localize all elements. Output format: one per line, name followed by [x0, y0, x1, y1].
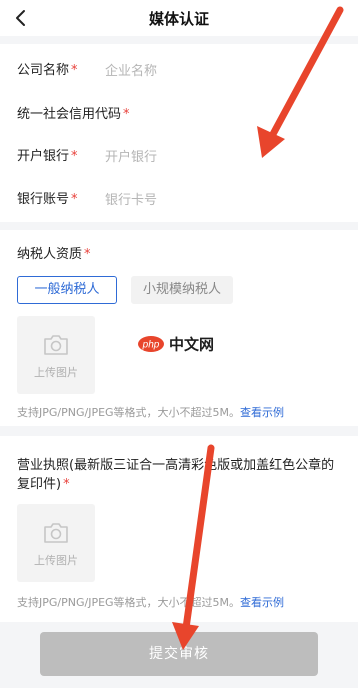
taxpayer-row: 纳税人资质 *	[17, 240, 348, 270]
bank-input[interactable]	[105, 142, 325, 172]
upload-label: 上传图片	[34, 366, 78, 379]
watermark-text: 中文网	[169, 336, 214, 354]
license-upload-box[interactable]: 上传图片	[17, 504, 95, 582]
nav-header: 媒体认证	[0, 0, 358, 36]
required-mark: *	[71, 63, 78, 78]
upload-label: 上传图片	[34, 554, 78, 567]
company-name-row: 公司名称 *	[17, 56, 348, 86]
account-row: 银行账号 *	[17, 185, 348, 215]
page-title: 媒体认证	[148, 10, 209, 28]
license-hint: 支持JPG/PNG/JPEG等格式，大小不超过5M。查看示例	[17, 594, 284, 610]
watermark-brand: php	[142, 340, 160, 351]
credit-code-label: 统一社会信用代码	[17, 107, 122, 122]
camera-icon	[44, 335, 68, 355]
taxpayer-label: 纳税人资质	[17, 247, 83, 262]
taxpayer-upload-box[interactable]: 上传图片	[17, 316, 95, 394]
view-example-link[interactable]: 查看示例	[240, 406, 284, 419]
bank-label: 开户银行	[17, 149, 70, 164]
required-mark: *	[123, 107, 130, 122]
bank-row: 开户银行 *	[17, 142, 348, 172]
required-mark: *	[63, 477, 70, 492]
hint-text: 支持JPG/PNG/JPEG等格式，大小不超过5M。	[17, 406, 241, 419]
option-general-taxpayer[interactable]: 一般纳税人	[17, 276, 117, 304]
company-name-label: 公司名称	[17, 63, 70, 78]
hint-text: 支持JPG/PNG/JPEG等格式，大小不超过5M。	[17, 596, 241, 609]
required-mark: *	[84, 247, 91, 262]
option-small-taxpayer[interactable]: 小规模纳税人	[131, 276, 233, 304]
required-mark: *	[71, 192, 78, 207]
credit-code-row: 统一社会信用代码 *	[17, 100, 348, 130]
license-label-wrap: 营业执照(最新版三证合一高清彩色版或加盖红色公章的复印件) *	[17, 456, 347, 494]
company-name-input[interactable]	[105, 56, 325, 86]
account-label: 银行账号	[17, 192, 70, 207]
submit-button[interactable]: 提交审核	[40, 632, 318, 676]
taxpayer-hint: 支持JPG/PNG/JPEG等格式，大小不超过5M。查看示例	[17, 404, 284, 420]
watermark-logo: php 中文网	[138, 336, 214, 354]
account-input[interactable]	[105, 185, 325, 215]
view-example-link[interactable]: 查看示例	[240, 596, 284, 609]
required-mark: *	[71, 149, 78, 164]
camera-icon	[44, 523, 68, 543]
